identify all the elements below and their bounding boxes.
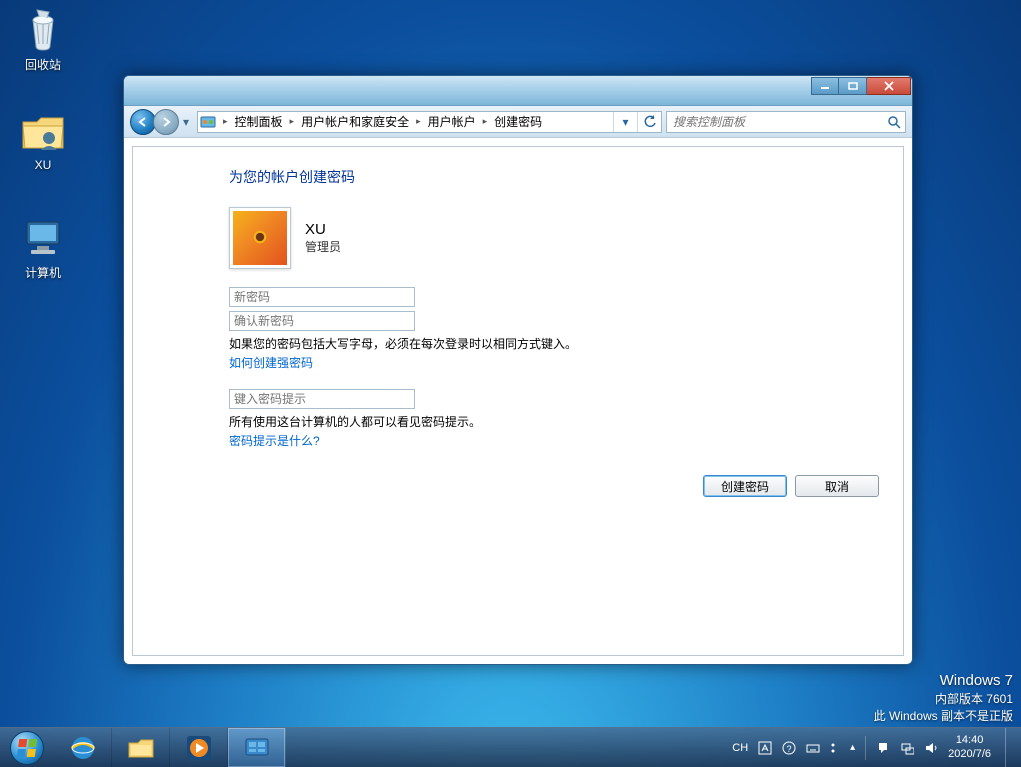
search-bar[interactable] — [666, 111, 906, 133]
tray-chevron-icon[interactable]: ▴ — [850, 742, 855, 753]
search-input[interactable] — [667, 115, 883, 129]
ime-mode-icon[interactable] — [758, 741, 772, 755]
watermark-line: 内部版本 7601 — [874, 691, 1013, 708]
system-tray: CH ? ▴ 14:40 2020/7/6 — [722, 728, 1021, 767]
explorer-icon — [126, 733, 156, 763]
password-hint-field[interactable] — [229, 389, 415, 409]
password-hint-input[interactable] — [230, 390, 414, 408]
new-password-field[interactable] — [229, 287, 415, 307]
refresh-button[interactable] — [637, 112, 661, 132]
desktop-icon-label: 计算机 — [6, 264, 80, 281]
arrow-right-icon — [159, 115, 173, 129]
ime-indicator[interactable]: CH — [732, 742, 748, 754]
taskbar-item-ie[interactable] — [54, 728, 112, 767]
content-pane: 为您的帐户创建密码 XU 管理员 如果您的密码包括大写字母，必须在每次登录时以相… — [132, 146, 904, 656]
start-button[interactable] — [0, 728, 54, 767]
cancel-button[interactable]: 取消 — [795, 475, 879, 497]
desktop-icon-label: XU — [6, 158, 80, 172]
recycle-bin-icon — [19, 6, 67, 54]
search-icon[interactable] — [883, 115, 905, 129]
taskbar-item-explorer[interactable] — [112, 728, 170, 767]
nav-history-dropdown[interactable]: ▾ — [179, 109, 193, 135]
create-password-button[interactable]: 创建密码 — [703, 475, 787, 497]
action-center-icon[interactable] — [876, 741, 890, 755]
breadcrumb-item[interactable]: 用户帐户和家庭安全 — [297, 112, 413, 132]
clock[interactable]: 14:40 2020/7/6 — [948, 734, 991, 760]
breadcrumb-arrow-icon: ▸ — [413, 116, 424, 127]
taskbar-item-media-player[interactable] — [170, 728, 228, 767]
media-player-icon — [184, 733, 214, 763]
breadcrumb-arrow-icon: ▸ — [480, 116, 491, 127]
titlebar[interactable] — [124, 76, 912, 106]
breadcrumb-item[interactable]: 控制面板 — [231, 112, 287, 132]
avatar — [229, 207, 291, 269]
network-icon[interactable] — [900, 741, 914, 755]
breadcrumb-arrow-icon: ▸ — [287, 116, 298, 127]
confirm-password-input[interactable] — [230, 312, 414, 330]
address-bar[interactable]: ▸ 控制面板 ▸ 用户帐户和家庭安全 ▸ 用户帐户 ▸ 创建密码 ▾ — [197, 111, 662, 133]
strong-password-link[interactable]: 如何创建强密码 — [229, 354, 903, 371]
maximize-button[interactable] — [839, 77, 867, 95]
desktop-icon-computer[interactable]: 计算机 — [6, 214, 80, 281]
refresh-icon — [643, 115, 657, 129]
breadcrumb-item[interactable]: 用户帐户 — [424, 112, 480, 132]
desktop-icon-recycle-bin[interactable]: 回收站 — [6, 6, 80, 73]
avatar-image — [233, 211, 287, 265]
ie-icon — [68, 733, 98, 763]
confirm-password-field[interactable] — [229, 311, 415, 331]
tray-keyboard-icon[interactable] — [806, 741, 820, 755]
breadcrumb-item[interactable]: 创建密码 — [490, 112, 546, 132]
close-button[interactable] — [867, 77, 911, 95]
tray-help-icon[interactable]: ? — [782, 741, 796, 755]
arrow-left-icon — [136, 115, 150, 129]
hint-text: 如果您的密码包括大写字母，必须在每次登录时以相同方式键入。 — [229, 335, 903, 352]
user-name: XU — [305, 221, 341, 238]
what-is-hint-link[interactable]: 密码提示是什么? — [229, 432, 903, 449]
folder-icon — [19, 108, 67, 156]
new-password-input[interactable] — [230, 288, 414, 306]
minimize-button[interactable] — [811, 77, 839, 95]
watermark-line: Windows 7 — [874, 670, 1013, 691]
activation-watermark: Windows 7 内部版本 7601 此 Windows 副本不是正版 — [874, 670, 1013, 725]
control-panel-icon — [200, 114, 216, 130]
desktop-icon-label: 回收站 — [6, 56, 80, 73]
watermark-line: 此 Windows 副本不是正版 — [874, 708, 1013, 725]
breadcrumb-arrow-icon: ▸ — [220, 116, 231, 127]
control-panel-task-icon — [242, 733, 272, 763]
show-desktop-button[interactable] — [1005, 728, 1015, 767]
user-role: 管理员 — [305, 238, 341, 255]
clock-time: 14:40 — [948, 734, 991, 747]
hint-text: 所有使用这台计算机的人都可以看见密码提示。 — [229, 413, 903, 430]
address-dropdown-button[interactable]: ▾ — [613, 112, 637, 132]
computer-icon — [19, 214, 67, 262]
tray-options-icon[interactable] — [830, 741, 840, 755]
navbar: ▾ ▸ 控制面板 ▸ 用户帐户和家庭安全 ▸ 用户帐户 ▸ 创建密码 ▾ — [124, 106, 912, 138]
taskbar: CH ? ▴ 14:40 2020/7/6 — [0, 727, 1021, 767]
clock-date: 2020/7/6 — [948, 748, 991, 761]
desktop-icon-user-folder[interactable]: XU — [6, 108, 80, 172]
taskbar-item-control-panel[interactable] — [228, 728, 286, 767]
windows-orb-icon — [10, 731, 44, 765]
volume-icon[interactable] — [924, 741, 938, 755]
nav-forward-button[interactable] — [153, 109, 179, 135]
control-panel-window: ▾ ▸ 控制面板 ▸ 用户帐户和家庭安全 ▸ 用户帐户 ▸ 创建密码 ▾ — [123, 75, 913, 665]
svg-text:?: ? — [787, 744, 792, 754]
page-heading: 为您的帐户创建密码 — [229, 167, 903, 187]
